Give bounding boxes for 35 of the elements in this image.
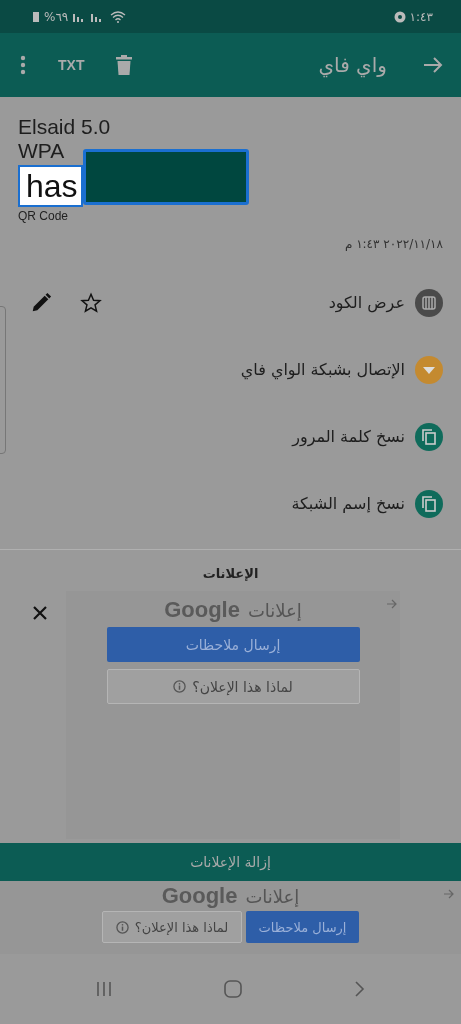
recent-apps-icon[interactable] — [96, 982, 113, 996]
date-time: ٢٠٢٢/١١/١٨ ١:٤٣ م — [343, 237, 443, 251]
action-item[interactable]: نسخ كلمة المرور — [292, 422, 443, 451]
clock: ١:٤٣ — [409, 9, 433, 24]
action-item[interactable]: الإتصال بشبكة الواي فاي — [240, 355, 443, 384]
info-icon — [173, 680, 187, 693]
action-item[interactable]: عرض الكود — [328, 288, 443, 317]
why-ad-button[interactable]: لماذا هذا الإعلان؟ — [106, 669, 360, 704]
star-icon[interactable] — [80, 291, 102, 314]
network-name: Elsaid 5.0 — [18, 115, 112, 139]
screen-title: واي فاي — [318, 53, 387, 77]
remove-ads-button[interactable]: إزالة الإعلانات — [0, 843, 461, 881]
aperture-icon — [393, 10, 406, 23]
ads-heading: الإعلانات — [201, 566, 260, 581]
action-item[interactable]: نسخ إسم الشبكة — [291, 489, 443, 518]
home-icon[interactable] — [224, 980, 243, 998]
ads-label: إعلانات — [245, 886, 300, 907]
edit-pencil-icon[interactable] — [30, 291, 52, 314]
security-type: WPA — [18, 139, 66, 163]
code-format: QR Code — [18, 209, 70, 223]
why-ad-button[interactable]: لماذا هذا الإعلان؟ — [102, 911, 242, 943]
ads-label: إعلانات — [247, 600, 302, 621]
wifi-icon — [110, 10, 127, 23]
chevron-right-icon[interactable] — [354, 981, 365, 997]
arrow-icon[interactable] — [386, 599, 398, 609]
export-text-button[interactable]: TXT — [54, 53, 89, 77]
feedback-button[interactable]: إرسال ملاحظات — [106, 627, 360, 662]
battery-icon — [32, 10, 40, 23]
password-field[interactable]: has — [18, 165, 83, 207]
battery-level: %٦٩ — [44, 9, 69, 24]
brand-name: Google — [161, 883, 238, 909]
info-icon — [115, 920, 129, 934]
feedback-button[interactable]: إرسال ملاحظات — [246, 911, 359, 943]
arrow-icon[interactable] — [443, 889, 455, 899]
brand-name: Google — [164, 597, 240, 623]
